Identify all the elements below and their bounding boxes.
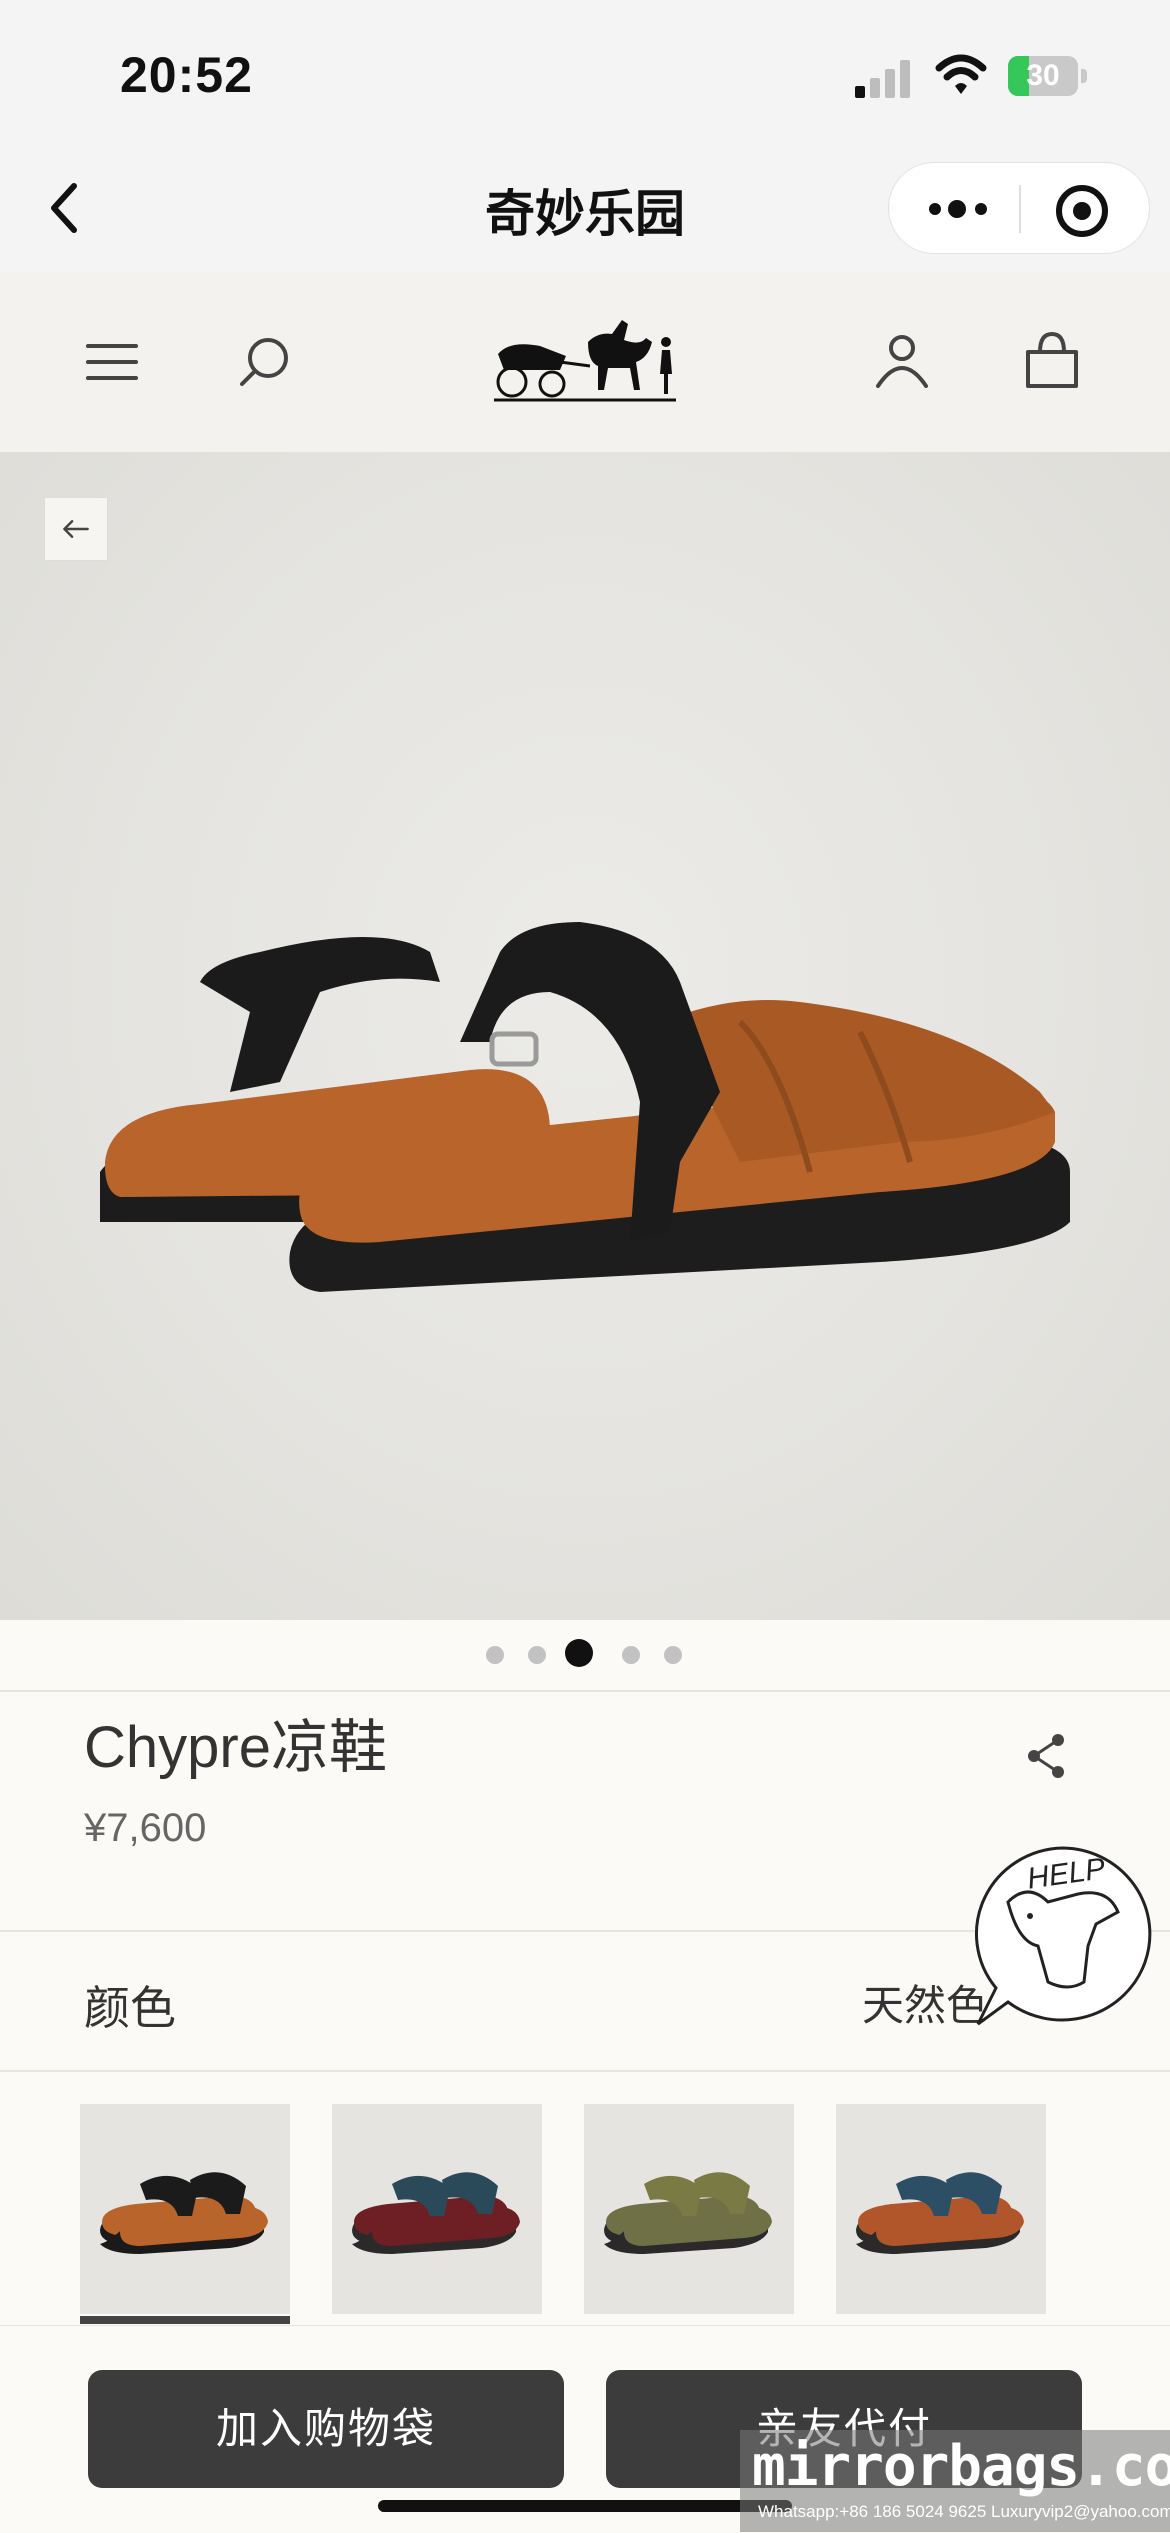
- divider: [0, 1690, 1170, 1692]
- sandal-thumbnail: [100, 2172, 268, 2254]
- watermark-main: mirrorbags.com: [752, 2434, 1170, 2499]
- carousel-indicator: [0, 1620, 1170, 1690]
- sandal-thumbnail: [856, 2172, 1024, 2254]
- site-header: [0, 272, 1170, 452]
- sandal-thumbnail: [604, 2172, 772, 2254]
- carousel-dot[interactable]: [528, 1646, 546, 1664]
- watermark-contact: Whatsapp:+86 186 5024 9625 Luxuryvip2@ya…: [758, 2502, 1170, 2521]
- status-time: 20:52: [120, 47, 253, 103]
- mini-program-nav-bar: 奇妙乐园: [0, 150, 1170, 272]
- color-label: 颜色: [84, 1982, 176, 2034]
- carousel-dot[interactable]: [622, 1646, 640, 1664]
- arrow-left-icon: [63, 520, 89, 538]
- sandal-thumbnail: [352, 2172, 520, 2254]
- wifi-icon: [935, 54, 987, 94]
- close-target-icon[interactable]: [1054, 183, 1110, 239]
- status-bar: 20:52 30: [0, 0, 1170, 150]
- sandal-pair-image: [100, 922, 1070, 1292]
- more-dots-icon[interactable]: [925, 189, 995, 229]
- battery-percent: 30: [1026, 59, 1060, 92]
- color-swatch-2[interactable]: [332, 2104, 542, 2314]
- carousel-dot[interactable]: [486, 1646, 504, 1664]
- add-to-bag-button[interactable]: 加入购物袋: [88, 2370, 564, 2488]
- color-swatch-4[interactable]: [836, 2104, 1046, 2314]
- selected-swatch-underline: [80, 2316, 290, 2324]
- product-name: Chypre凉鞋: [84, 1715, 387, 1780]
- product-image-carousel[interactable]: [0, 452, 1170, 1620]
- carousel-dot[interactable]: [664, 1646, 682, 1664]
- watermark-overlay: mirrorbags.com Whatsapp:+86 186 5024 962…: [740, 2430, 1170, 2532]
- gallery-back-button[interactable]: [44, 497, 108, 561]
- cellular-signal-icon: [855, 60, 910, 98]
- search-icon[interactable]: [232, 330, 296, 394]
- battery-charging-icon: 30: [1008, 56, 1088, 96]
- color-swatch-3[interactable]: [584, 2104, 794, 2314]
- color-swatch-1[interactable]: [80, 2104, 290, 2314]
- share-icon[interactable]: [1020, 1730, 1072, 1782]
- home-indicator: [378, 2500, 792, 2512]
- shopping-bag-icon[interactable]: [1020, 328, 1084, 392]
- capsule-menu: [888, 162, 1150, 254]
- divider: [0, 2070, 1170, 2072]
- help-chat-button[interactable]: HELP: [968, 1842, 1158, 2032]
- menu-icon[interactable]: [80, 330, 144, 394]
- account-icon[interactable]: [870, 328, 934, 392]
- product-price: ¥7,600: [84, 1806, 207, 1850]
- carousel-dot-active[interactable]: [565, 1639, 593, 1667]
- hermes-carriage-logo[interactable]: [490, 312, 680, 412]
